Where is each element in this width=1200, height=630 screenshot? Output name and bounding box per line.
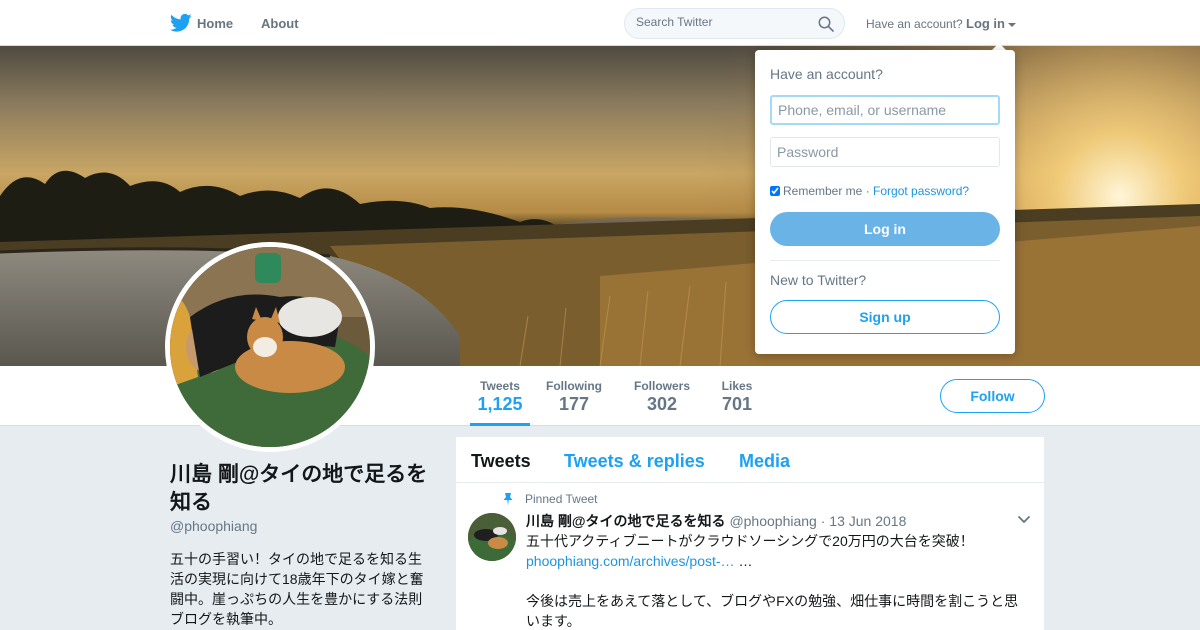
- follow-button[interactable]: Follow: [940, 379, 1045, 413]
- remember-separator: ·: [862, 184, 874, 198]
- stat-value: 701: [721, 394, 753, 414]
- caret-down-icon: [1008, 22, 1016, 27]
- profile-name[interactable]: 川島 剛@タイの地で足るを知る: [170, 461, 430, 517]
- tweet-link[interactable]: phoophiang.com/archives/post-…: [526, 553, 735, 569]
- stat-tweets[interactable]: Tweets 1,125: [470, 366, 530, 426]
- signup-button[interactable]: Sign up: [770, 300, 1000, 334]
- profile-bio: 五十の手習い！タイの地で足るを知る生活の実現に向けて18歳年下のタイ嫁と奮闘中。…: [170, 551, 424, 627]
- nav-home-link[interactable]: Home: [197, 16, 233, 31]
- tweet-avatar-illustration: [468, 513, 516, 561]
- tab-tweets[interactable]: Tweets: [471, 451, 531, 472]
- tweet-text: 五十代アクティブニートがクラウドソーシングで20万円の大台を突破！ phooph…: [526, 531, 1026, 630]
- tab-tweets-and-replies[interactable]: Tweets & replies: [564, 451, 705, 472]
- username-field[interactable]: [770, 95, 1000, 125]
- pin-icon: [503, 493, 513, 506]
- login-button[interactable]: Log in: [770, 212, 1000, 246]
- dropdown-title: Have an account?: [770, 66, 883, 82]
- divider: [770, 260, 1000, 261]
- stat-value: 302: [646, 394, 678, 414]
- stat-following[interactable]: Following 177: [544, 366, 604, 426]
- timeline-tabs: Tweets Tweets & replies Media: [456, 437, 1044, 483]
- tab-media[interactable]: Media: [739, 451, 790, 472]
- top-navigation-bar: Home About Have an account? Log in: [0, 0, 1200, 46]
- stat-label: Followers: [633, 379, 690, 393]
- new-to-twitter-text: New to Twitter?: [770, 272, 867, 288]
- have-account-text: Have an account?: [866, 17, 963, 31]
- pinned-tweet-label: Pinned Tweet: [525, 492, 598, 506]
- nav-about-link[interactable]: About: [261, 16, 299, 31]
- stat-label: Tweets: [480, 379, 520, 393]
- forgot-password-link[interactable]: Forgot password?: [873, 184, 969, 198]
- stat-value: 1,125: [477, 394, 523, 414]
- chevron-down-icon[interactable]: [1017, 515, 1031, 525]
- search-icon[interactable]: [818, 16, 834, 32]
- tweet-link-line: phoophiang.com/archives/post-… …: [526, 551, 1026, 571]
- remember-me-checkbox[interactable]: [770, 186, 780, 196]
- tweet-avatar[interactable]: [468, 513, 516, 561]
- search-input[interactable]: [636, 15, 806, 29]
- profile-avatar[interactable]: [165, 242, 375, 452]
- tweet-author-handle[interactable]: @phoophiang: [729, 513, 816, 529]
- login-dropdown: Have an account? Remember me · Forgot pa…: [755, 50, 1015, 354]
- avatar-photo-illustration: [170, 247, 370, 447]
- remember-me-row: Remember me · Forgot password?: [770, 184, 969, 198]
- tweet-author-name[interactable]: 川島 剛@タイの地で足るを知る: [526, 513, 726, 529]
- stat-label: Likes: [721, 379, 753, 393]
- tweet-header: 川島 剛@タイの地で足るを知る @phoophiang · 13 Jun 201…: [526, 511, 906, 531]
- search-box: [624, 8, 845, 39]
- stat-likes[interactable]: Likes 701: [717, 366, 757, 426]
- password-field[interactable]: [770, 137, 1000, 167]
- login-toggle-label: Log in: [966, 16, 1005, 31]
- tweet-timestamp[interactable]: 13 Jun 2018: [829, 513, 906, 529]
- tweet-separator: ·: [820, 513, 826, 529]
- timeline: Tweets Tweets & replies Media Pinned Twe…: [456, 437, 1044, 630]
- stat-followers[interactable]: Followers 302: [632, 366, 692, 426]
- tweet-text-line: 五十代アクティブニートがクラウドソーシングで20万円の大台を突破！: [526, 533, 974, 549]
- tweet-text-line: 今後は売上をあえて落として、ブログやFXの勉強、畑仕事に時間を割こうと思います。: [526, 593, 1019, 629]
- profile-handle[interactable]: @phoophiang: [170, 518, 257, 534]
- login-dropdown-toggle[interactable]: Log in: [966, 16, 1016, 31]
- tweet-link-suffix: …: [734, 553, 753, 569]
- stat-label: Following: [546, 379, 602, 393]
- remember-me-label[interactable]: Remember me: [783, 184, 862, 198]
- stat-value: 177: [558, 394, 590, 414]
- twitter-bird-icon[interactable]: [170, 13, 192, 33]
